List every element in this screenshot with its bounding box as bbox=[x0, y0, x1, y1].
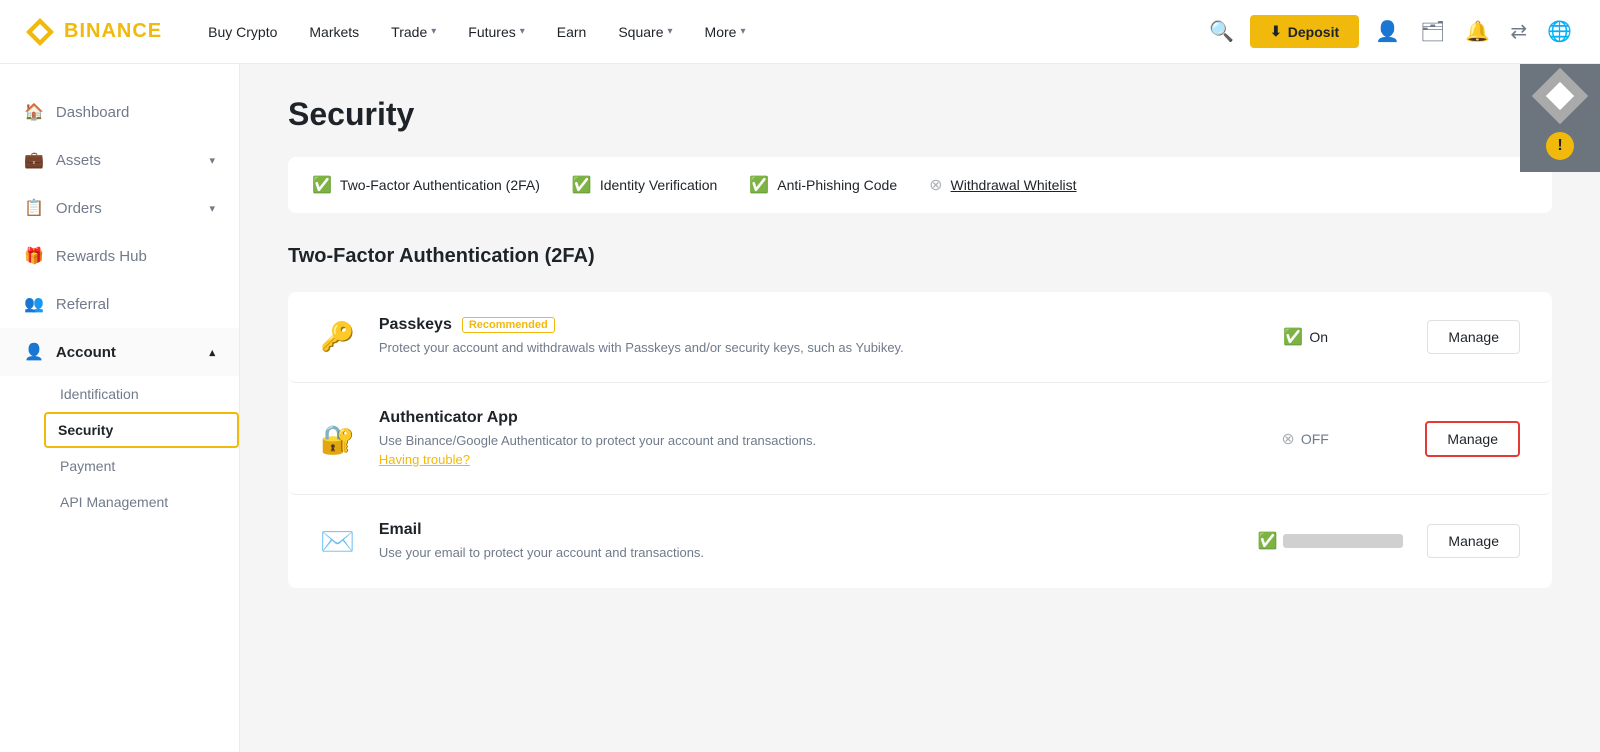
security-item-passkeys: 🔑 Passkeys Recommended Protect your acco… bbox=[288, 292, 1552, 383]
orders-icon: 📋 bbox=[24, 198, 44, 218]
globe-icon[interactable]: 🌐 bbox=[1543, 15, 1576, 48]
nav-more[interactable]: More▾ bbox=[691, 16, 760, 48]
security-tabs: ✅ Two-Factor Authentication (2FA) ✅ Iden… bbox=[288, 157, 1552, 213]
authenticator-info: Authenticator App Use Binance/Google Aut… bbox=[379, 409, 1258, 470]
promo-banner[interactable]: ! bbox=[1520, 64, 1600, 172]
tab-identity[interactable]: ✅ Identity Verification bbox=[572, 175, 717, 195]
chevron-up-icon: ▴ bbox=[209, 346, 215, 359]
sidebar-sub-api-management[interactable]: API Management bbox=[60, 484, 239, 520]
assets-icon: 💼 bbox=[24, 150, 44, 170]
sidebar-item-orders[interactable]: 📋 Orders ▾ bbox=[0, 184, 239, 232]
email-desc: Use your email to protect your account a… bbox=[379, 543, 1234, 563]
authenticator-status: ⊗ OFF bbox=[1281, 429, 1401, 449]
rewards-icon: 🎁 bbox=[24, 246, 44, 266]
transfer-icon[interactable]: ⇄ bbox=[1506, 15, 1531, 48]
passkeys-info: Passkeys Recommended Protect your accoun… bbox=[379, 316, 1260, 358]
download-icon: ⬇ bbox=[1270, 23, 1282, 40]
check-icon-whitelist: ⊗ bbox=[929, 175, 942, 195]
logo-link[interactable]: BINANCE bbox=[24, 16, 162, 48]
logo-text: BINANCE bbox=[64, 20, 162, 43]
nav-menu: Buy Crypto Markets Trade▾ Futures▾ Earn … bbox=[194, 16, 1205, 48]
email-info: Email Use your email to protect your acc… bbox=[379, 521, 1234, 563]
notification-icon[interactable]: 🔔 bbox=[1461, 15, 1494, 48]
deposit-button[interactable]: ⬇ Deposit bbox=[1250, 15, 1359, 48]
email-redacted-value bbox=[1283, 534, 1403, 548]
passkeys-title: Passkeys Recommended bbox=[379, 316, 1260, 334]
nav-earn[interactable]: Earn bbox=[543, 16, 601, 48]
authenticator-manage-button[interactable]: Manage bbox=[1425, 421, 1520, 457]
section-title-2fa: Two-Factor Authentication (2FA) bbox=[288, 245, 1552, 268]
home-icon: 🏠 bbox=[24, 102, 44, 122]
passkeys-status: ✅ On bbox=[1283, 327, 1403, 347]
sidebar-item-assets[interactable]: 💼 Assets ▾ bbox=[0, 136, 239, 184]
status-check-icon: ✅ bbox=[1283, 327, 1303, 347]
having-trouble-link[interactable]: Having trouble? bbox=[379, 452, 470, 467]
sidebar-sub-identification[interactable]: Identification bbox=[60, 376, 239, 412]
tab-withdrawal-whitelist[interactable]: ⊗ Withdrawal Whitelist bbox=[929, 175, 1076, 195]
account-submenu: Identification Security Payment API Mana… bbox=[0, 376, 239, 520]
binance-logo-icon bbox=[24, 16, 56, 48]
email-icon: ✉️ bbox=[320, 525, 355, 558]
sidebar-sub-security[interactable]: Security bbox=[44, 412, 239, 448]
user-icon[interactable]: 👤 bbox=[1371, 15, 1404, 48]
sidebar-item-account[interactable]: 👤 Account ▴ bbox=[0, 328, 239, 376]
nav-buy-crypto[interactable]: Buy Crypto bbox=[194, 16, 291, 48]
sidebar: 🏠 Dashboard 💼 Assets ▾ 📋 Orders ▾ 🎁 Rewa… bbox=[0, 64, 240, 752]
email-manage-button[interactable]: Manage bbox=[1427, 524, 1520, 558]
account-icon: 👤 bbox=[24, 342, 44, 362]
page-layout: 🏠 Dashboard 💼 Assets ▾ 📋 Orders ▾ 🎁 Rewa… bbox=[0, 64, 1600, 752]
passkeys-desc: Protect your account and withdrawals wit… bbox=[379, 338, 1260, 358]
nav-futures[interactable]: Futures▾ bbox=[454, 16, 539, 48]
referral-icon: 👥 bbox=[24, 294, 44, 314]
passkeys-icon: 🔑 bbox=[320, 320, 355, 353]
authenticator-icon: 🔐 bbox=[320, 423, 355, 456]
security-items-container: 🔑 Passkeys Recommended Protect your acco… bbox=[288, 292, 1552, 588]
top-navigation: BINANCE Buy Crypto Markets Trade▾ Future… bbox=[0, 0, 1600, 64]
status-check-email-icon: ✅ bbox=[1257, 531, 1277, 551]
nav-markets[interactable]: Markets bbox=[295, 16, 373, 48]
security-item-email: ✉️ Email Use your email to protect your … bbox=[288, 497, 1552, 587]
check-icon-identity: ✅ bbox=[572, 175, 592, 195]
sidebar-item-rewards-hub[interactable]: 🎁 Rewards Hub bbox=[0, 232, 239, 280]
page-title: Security bbox=[288, 96, 1552, 133]
nav-square[interactable]: Square▾ bbox=[604, 16, 686, 48]
passkeys-manage-button[interactable]: Manage bbox=[1427, 320, 1520, 354]
authenticator-desc: Use Binance/Google Authenticator to prot… bbox=[379, 431, 1258, 470]
sidebar-item-dashboard[interactable]: 🏠 Dashboard bbox=[0, 88, 239, 136]
promo-alert-icon: ! bbox=[1546, 132, 1574, 160]
chevron-down-icon: ▾ bbox=[209, 202, 215, 215]
chevron-down-icon: ▾ bbox=[209, 154, 215, 167]
nav-trade[interactable]: Trade▾ bbox=[377, 16, 450, 48]
status-off-icon: ⊗ bbox=[1281, 429, 1294, 449]
tab-2fa[interactable]: ✅ Two-Factor Authentication (2FA) bbox=[312, 175, 540, 195]
search-icon[interactable]: 🔍 bbox=[1205, 15, 1238, 48]
main-content: Security ✅ Two-Factor Authentication (2F… bbox=[240, 64, 1600, 752]
email-title: Email bbox=[379, 521, 1234, 539]
authenticator-title: Authenticator App bbox=[379, 409, 1258, 427]
check-icon-antiphishing: ✅ bbox=[749, 175, 769, 195]
security-item-authenticator: 🔐 Authenticator App Use Binance/Google A… bbox=[288, 385, 1552, 495]
recommended-badge: Recommended bbox=[462, 317, 555, 333]
nav-actions: 🔍 ⬇ Deposit 👤 🗂 🔔 ⇄ 🌐 bbox=[1205, 15, 1576, 48]
tab-anti-phishing[interactable]: ✅ Anti-Phishing Code bbox=[749, 175, 897, 195]
sidebar-item-referral[interactable]: 👥 Referral bbox=[0, 280, 239, 328]
sidebar-sub-payment[interactable]: Payment bbox=[60, 448, 239, 484]
wallet-icon[interactable]: 🗂 bbox=[1416, 15, 1449, 48]
check-icon-2fa: ✅ bbox=[312, 175, 332, 195]
email-status: ✅ bbox=[1257, 531, 1403, 551]
